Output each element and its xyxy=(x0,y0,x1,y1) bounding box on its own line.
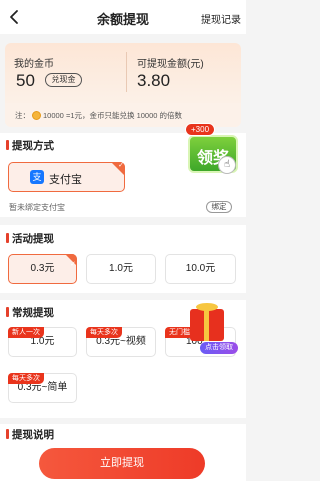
option-tag: 新人一次 xyxy=(8,327,44,338)
alipay-label: 支付宝 xyxy=(49,174,82,186)
gift-claim-bubble: 点击领取 xyxy=(200,342,238,354)
gift-ribbon xyxy=(204,309,209,341)
pointing-hand-icon: ☝ xyxy=(218,156,236,174)
bind-alipay-button[interactable]: 绑定 xyxy=(206,201,232,213)
regular-option-simple[interactable]: 每天多次 0.3元~简单 xyxy=(8,373,77,403)
option-label: 10.0元 xyxy=(185,263,216,274)
option-label: 0.3元 xyxy=(30,263,55,274)
activity-option-1-0[interactable]: 1.0元 xyxy=(86,254,156,284)
regular-title: 常规提现 xyxy=(6,305,54,320)
regular-option-1-0[interactable]: 新人一次 1.0元 xyxy=(8,327,77,357)
alipay-option[interactable]: 支 支付宝 xyxy=(8,161,125,192)
option-label: 1.0元 xyxy=(109,263,133,274)
option-tag: 每天多次 xyxy=(86,327,122,338)
withdraw-method-title: 提现方式 xyxy=(6,138,54,153)
regular-option-video[interactable]: 每天多次 0.3元~视频 xyxy=(86,327,156,357)
coin-value: 50 xyxy=(16,71,35,90)
note-prefix: 注： xyxy=(15,111,30,120)
alipay-icon: 支 xyxy=(30,170,44,184)
withdrawable-amount-value: 3.80 xyxy=(137,71,171,90)
coin-label: 我的金币 xyxy=(14,59,54,70)
card-divider xyxy=(126,52,127,92)
option-tag: 每天多次 xyxy=(8,373,44,384)
reward-plus-badge: +300 xyxy=(185,123,216,136)
activity-option-10-0[interactable]: 10.0元 xyxy=(165,254,236,284)
exchange-cash-button[interactable]: 兑现金 xyxy=(45,73,82,87)
balance-card: 我的金币 50 可提现金额(元) 3.80 注： 10000 =1元，金币只能兑换… xyxy=(5,43,241,127)
gift-bow xyxy=(196,303,218,311)
gift-float-button[interactable]: 点击领取 xyxy=(180,303,238,354)
submit-withdraw-button[interactable]: 立即提现 xyxy=(39,448,205,479)
top-bar: 余额提现 提现记录 xyxy=(0,0,246,34)
activity-title: 活动提现 xyxy=(6,231,54,246)
note-text: 10000 =1元，金币只能兑换 10000 的倍数 xyxy=(43,111,183,120)
selected-check-icon xyxy=(65,251,77,279)
activity-option-0-3[interactable]: 0.3元 xyxy=(8,251,77,284)
selected-check-icon xyxy=(111,161,125,176)
unbound-alipay-text: 暂未绑定支付宝 xyxy=(9,203,65,212)
reward-float-button[interactable]: 领奖 +300 ☝ xyxy=(185,123,245,177)
coin-icon xyxy=(32,111,41,120)
withdrawable-amount-label: 可提现金额(元) xyxy=(137,59,204,70)
withdraw-record-link[interactable]: 提现记录 xyxy=(201,11,241,26)
